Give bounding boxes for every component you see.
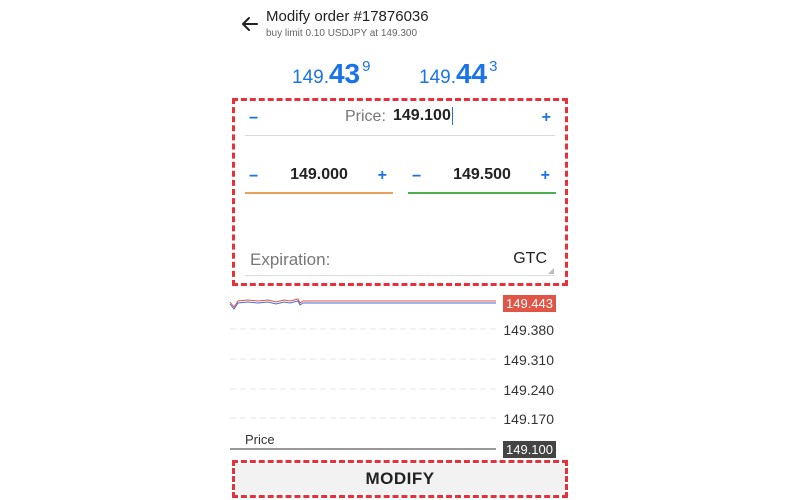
header: Modify order #17876036 buy limit 0.10 US… bbox=[236, 6, 576, 46]
stop-loss-input[interactable]: 149.000 bbox=[245, 166, 393, 184]
price-chart: 149.443 149.380 149.310 149.240 149.170 … bbox=[228, 292, 558, 458]
price-field[interactable]: − Price: 149.100 + bbox=[245, 104, 555, 136]
price-input[interactable]: 149.100 bbox=[393, 107, 453, 125]
bid-quote-prefix: 149. bbox=[292, 67, 329, 88]
page-title: Modify order #17876036 bbox=[266, 8, 429, 25]
quotes-panel: 149.43 9 149.44 3 bbox=[0, 58, 800, 92]
bid-quote-main: 43 bbox=[328, 58, 361, 89]
price-chart-svg bbox=[229, 298, 496, 450]
expiration-value: GTC bbox=[513, 250, 547, 267]
ask-quote: 149.44 3 bbox=[419, 58, 497, 90]
order-line-label: Price bbox=[245, 432, 275, 447]
order-price-tag: 149.100 bbox=[503, 441, 556, 458]
expiration-label: Expiration: bbox=[250, 250, 331, 269]
current-price-tag: 149.443 bbox=[503, 295, 556, 312]
back-arrow-icon[interactable] bbox=[240, 14, 260, 34]
bid-quote: 149.43 9 bbox=[292, 58, 370, 90]
take-profit-plus-button[interactable]: + bbox=[541, 168, 550, 184]
ask-quote-prefix: 149. bbox=[419, 67, 456, 88]
price-minus-button[interactable]: − bbox=[249, 111, 258, 127]
ask-quote-pip: 3 bbox=[489, 58, 498, 75]
price-label: Price: bbox=[345, 108, 386, 125]
expiration-select[interactable]: Expiration: GTC bbox=[245, 244, 555, 276]
stop-loss-field[interactable]: − 149.000 + bbox=[245, 162, 393, 194]
price-tick-label: 149.170 bbox=[503, 411, 554, 427]
bid-price-line bbox=[229, 300, 496, 310]
price-tick-label: 149.240 bbox=[503, 382, 554, 398]
order-subtitle: buy limit 0.10 USDJPY at 149.300 bbox=[266, 28, 418, 39]
take-profit-input[interactable]: 149.500 bbox=[408, 166, 556, 184]
ask-quote-main: 44 bbox=[455, 58, 488, 89]
bid-quote-pip: 9 bbox=[362, 58, 371, 75]
price-tick-label: 149.380 bbox=[503, 322, 554, 338]
dropdown-corner-icon bbox=[548, 268, 554, 274]
price-tick-label: 149.310 bbox=[503, 352, 554, 368]
stop-loss-plus-button[interactable]: + bbox=[378, 168, 387, 184]
price-plus-button[interactable]: + bbox=[542, 110, 551, 126]
modify-button[interactable]: MODIFY bbox=[236, 464, 564, 494]
take-profit-field[interactable]: − 149.500 + bbox=[408, 162, 556, 194]
